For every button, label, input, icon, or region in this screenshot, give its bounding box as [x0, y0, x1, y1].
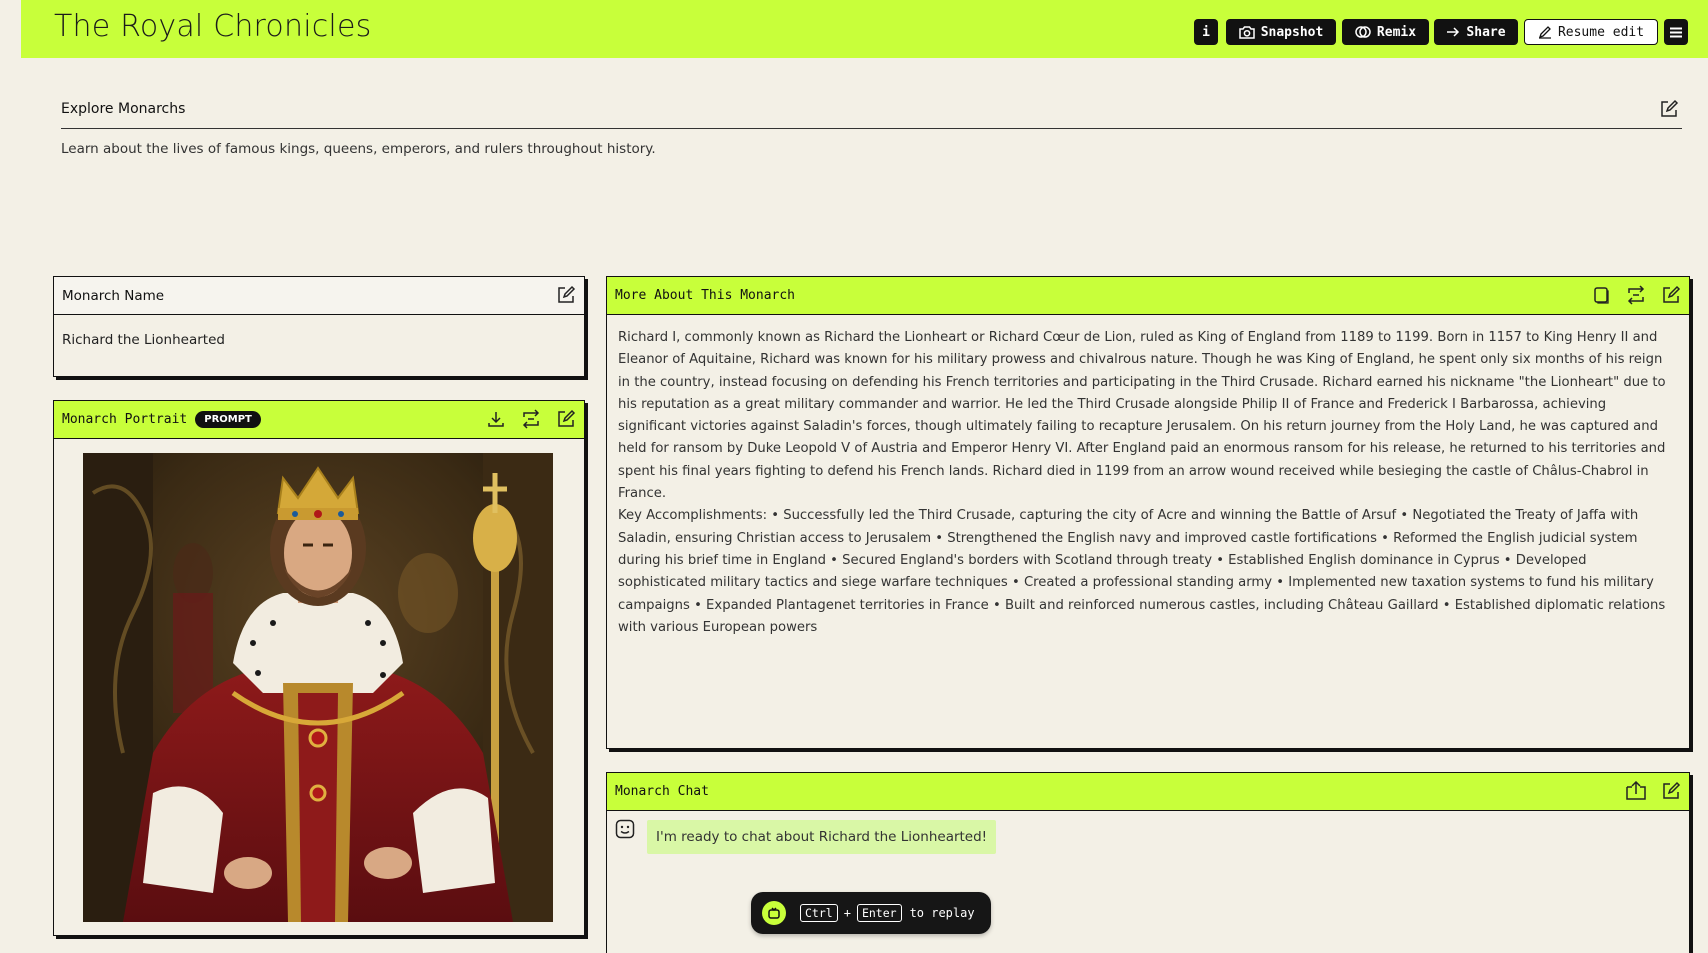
chat-message: I'm ready to chat about Richard the Lion…: [647, 820, 997, 854]
section-divider: [61, 128, 1682, 129]
about-paragraph-accomplishments: Key Accomplishments: • Successfully led …: [618, 508, 1666, 635]
remix-label: Remix: [1376, 24, 1417, 40]
remix-icon: [1355, 26, 1371, 38]
menu-icon: [1670, 27, 1682, 37]
about-paragraph-biography: Richard I, commonly known as Richard the…: [618, 330, 1666, 502]
snapshot-button[interactable]: Snapshot: [1226, 19, 1336, 45]
section-title: Explore Monarchs: [61, 101, 186, 117]
info-icon: i: [1202, 24, 1210, 40]
replay-hint[interactable]: Ctrl + Enter to replay: [751, 892, 991, 934]
about-monarch-label: More About This Monarch: [615, 288, 796, 303]
monarch-portrait-image: [83, 453, 553, 922]
prompt-badge[interactable]: PROMPT: [195, 411, 261, 428]
replay-icon[interactable]: [762, 901, 786, 925]
pencil-icon: [1538, 26, 1551, 39]
ctrl-key: Ctrl: [800, 904, 838, 922]
share-button[interactable]: Share: [1434, 19, 1518, 45]
info-button[interactable]: i: [1194, 19, 1218, 45]
monarch-portrait-card: Monarch Portrait PROMPT: [53, 400, 585, 936]
monarch-portrait-label: Monarch Portrait: [62, 412, 188, 427]
regenerate-icon[interactable]: [520, 409, 542, 429]
copy-icon[interactable]: [1591, 285, 1611, 305]
regenerate-icon[interactable]: [1625, 285, 1647, 305]
plus-sign: +: [843, 906, 851, 920]
resume-edit-button[interactable]: Resume edit: [1524, 19, 1658, 45]
edit-icon[interactable]: [1661, 285, 1681, 305]
monarch-portrait-header: Monarch Portrait PROMPT: [54, 401, 584, 439]
monarch-chat-header: Monarch Chat: [607, 773, 1689, 811]
about-monarch-text: Richard I, commonly known as Richard the…: [618, 327, 1677, 639]
resume-edit-label: Resume edit: [1557, 24, 1645, 40]
monarch-name-card: Monarch Name Richard the Lionhearted: [53, 276, 585, 377]
about-monarch-card: More About This Monarch Richard I, commo…: [606, 276, 1690, 749]
edit-icon[interactable]: [556, 409, 576, 429]
snapshot-label: Snapshot: [1260, 24, 1324, 40]
enter-key: Enter: [856, 904, 902, 922]
menu-button[interactable]: [1664, 19, 1688, 45]
replay-text: to replay: [909, 906, 975, 920]
monarch-name-value[interactable]: Richard the Lionhearted: [62, 332, 225, 348]
monarch-chat-label: Monarch Chat: [615, 784, 709, 799]
camera-icon: [1238, 26, 1255, 39]
export-icon[interactable]: [1625, 781, 1647, 801]
edit-icon[interactable]: [556, 285, 576, 305]
monarch-name-header: Monarch Name: [54, 277, 584, 315]
edit-icon[interactable]: [1661, 781, 1681, 801]
about-monarch-header: More About This Monarch: [607, 277, 1689, 315]
share-label: Share: [1466, 24, 1506, 40]
edit-icon[interactable]: [1659, 99, 1679, 119]
section-description: Learn about the lives of famous kings, q…: [61, 141, 656, 157]
bot-face-icon: [615, 819, 635, 839]
app-title: The Royal Chronicles: [54, 9, 372, 44]
share-arrow-icon: [1447, 27, 1460, 37]
monarch-name-label: Monarch Name: [62, 287, 165, 304]
remix-button[interactable]: Remix: [1342, 19, 1429, 45]
download-icon[interactable]: [486, 409, 506, 429]
